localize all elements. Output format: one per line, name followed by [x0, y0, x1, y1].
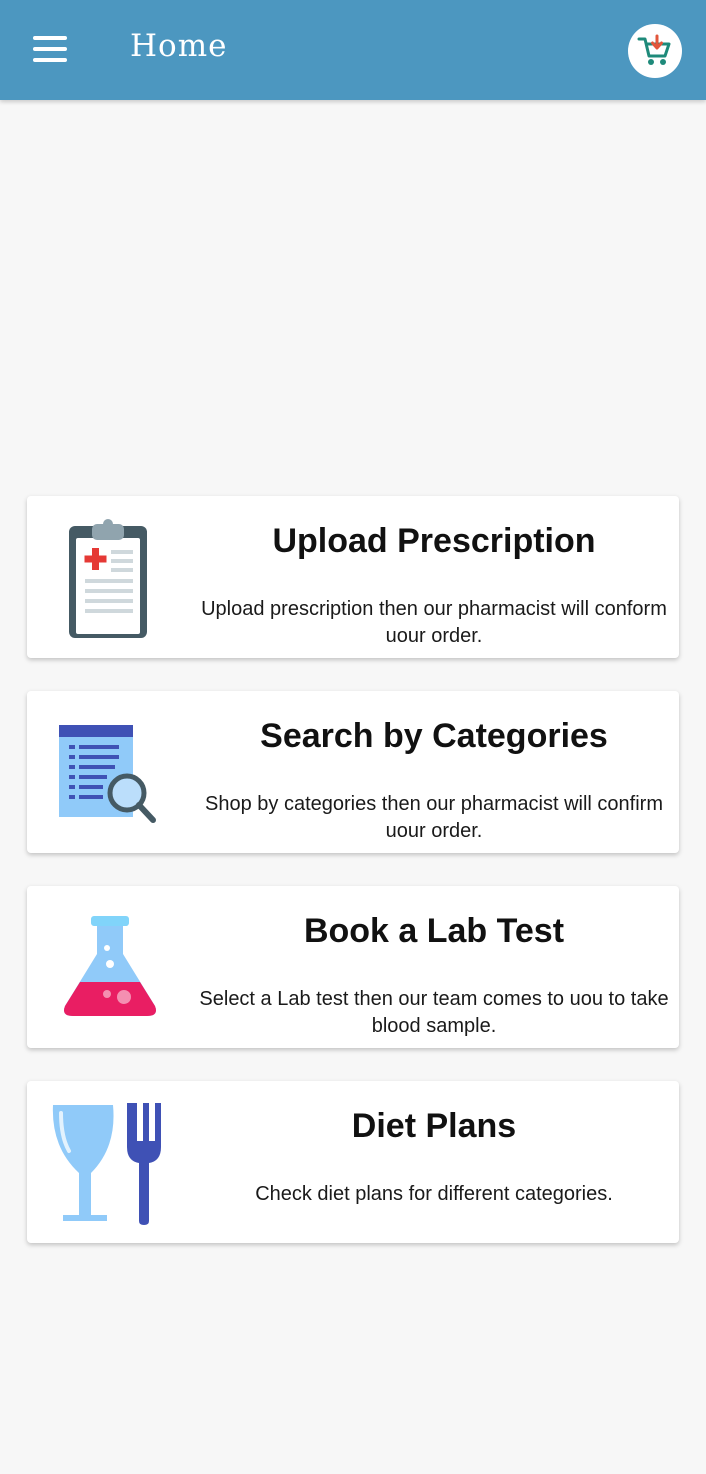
card-title: Search by Categories	[260, 717, 608, 755]
diet-plans-card[interactable]: Diet Plans Check diet plans for differen…	[27, 1081, 679, 1243]
card-description: Check diet plans for different categorie…	[255, 1183, 613, 1205]
app-bar: Home	[0, 0, 706, 100]
cart-download-icon	[637, 34, 671, 65]
card-description: Select a Lab test then our team comes to…	[199, 988, 669, 1037]
card-title: Diet Plans	[351, 1107, 517, 1145]
hamburger-menu-icon	[33, 36, 67, 40]
page-title: Home	[130, 28, 228, 64]
search-by-categories-card[interactable]: Search by Categories Shop by categories …	[27, 691, 679, 853]
lab-flask-icon	[64, 916, 156, 1016]
upload-prescription-card[interactable]: Upload Prescription Upload prescription …	[27, 496, 679, 658]
card-description: Shop by categories then our pharmacist w…	[205, 793, 663, 842]
glass-fork-icon	[52, 1103, 161, 1225]
card-description: Upload prescription then our pharmacist …	[201, 598, 667, 647]
card-title: Book a Lab Test	[303, 912, 565, 950]
card-title: Upload Prescription	[272, 522, 596, 560]
prescription-clipboard-icon	[69, 519, 147, 638]
menu-button[interactable]	[22, 26, 78, 72]
list-search-icon	[59, 725, 156, 823]
cart-button[interactable]	[628, 24, 682, 78]
book-lab-test-card[interactable]: Book a Lab Test Select a Lab test then o…	[27, 886, 679, 1048]
